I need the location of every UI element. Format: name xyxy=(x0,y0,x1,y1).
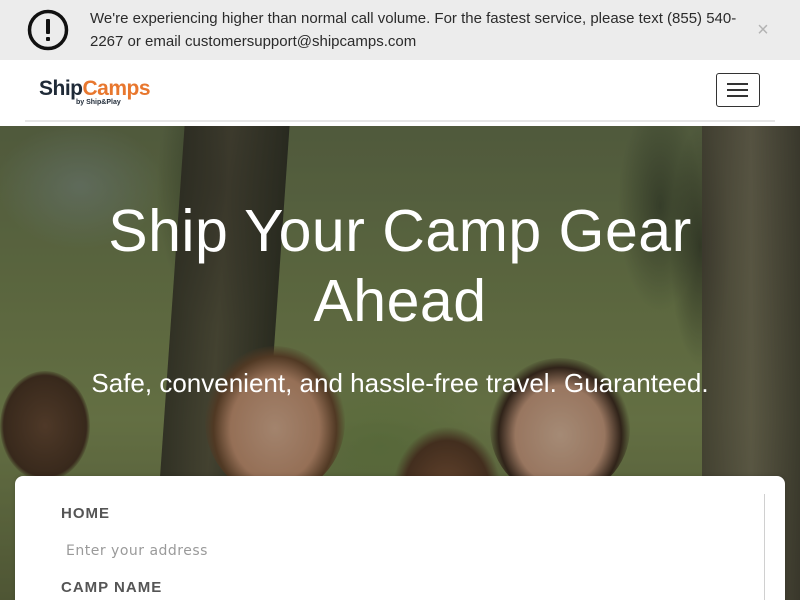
logo-ship-text: Ship xyxy=(39,77,83,100)
logo-camps-text: Camps xyxy=(82,77,151,100)
alert-banner: We're experiencing higher than normal ca… xyxy=(0,0,800,60)
shipcamps-logo[interactable]: ShipCamps by Ship&Play xyxy=(39,77,164,109)
hero-subtitle: Safe, convenient, and hassle-free travel… xyxy=(91,368,709,398)
alert-message: We're experiencing higher than normal ca… xyxy=(90,10,737,50)
form-divider xyxy=(764,494,765,600)
camp-name-label: CAMP NAME xyxy=(61,579,163,596)
home-address-input[interactable] xyxy=(61,537,461,565)
logo-subtitle: by Ship&Play xyxy=(76,99,121,106)
hero-title: Ship Your Camp Gear Ahead xyxy=(108,198,692,334)
navbar-divider xyxy=(25,120,775,122)
menu-toggle-button[interactable] xyxy=(716,73,760,107)
close-icon[interactable]: × xyxy=(754,19,772,41)
exclamation-circle-icon xyxy=(27,9,69,51)
home-label: HOME xyxy=(61,505,110,522)
